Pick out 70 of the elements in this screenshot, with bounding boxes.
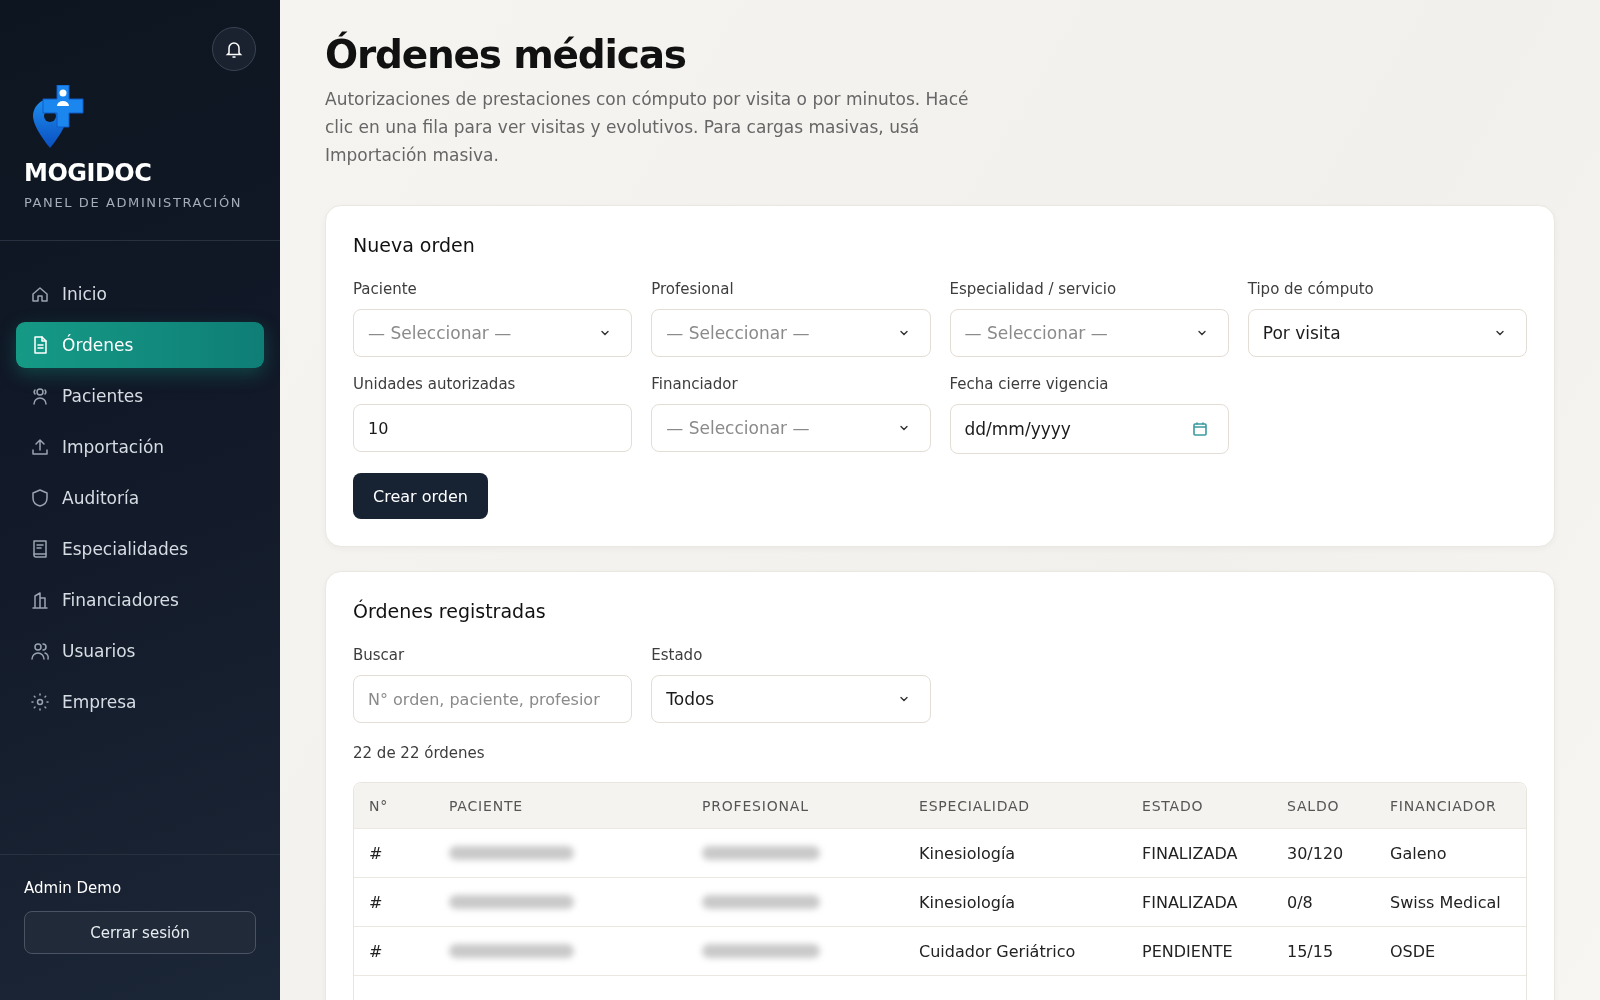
column-header: PACIENTE <box>448 797 524 814</box>
field-label: Buscar <box>353 646 406 664</box>
field-label: Unidades autorizadas <box>353 375 517 393</box>
table-cell-text: PENDIENTE <box>1141 941 1234 961</box>
user-name: Admin Demo <box>24 879 123 897</box>
nav-item[interactable]: Especialidades <box>16 526 264 572</box>
field-label: Especialidad / servicio <box>949 280 1118 298</box>
table-cell-text: # <box>368 941 384 961</box>
table-cell-text: Swiss Medical <box>1389 892 1502 912</box>
page-title: Órdenes médicas <box>325 32 687 77</box>
input-field[interactable]: 10 <box>353 404 633 452</box>
field-label: Financiador <box>651 375 739 393</box>
field-label: Fecha cierre vigencia <box>949 375 1110 393</box>
field-label: Tipo de cómputo <box>1247 280 1375 298</box>
upload-icon <box>30 437 50 457</box>
brand-name: MOGIDOC <box>24 159 153 187</box>
users-icon <box>30 641 50 661</box>
calendar-icon <box>1191 421 1208 437</box>
table-cell-text: Cuidador Geriátrico <box>918 941 1077 961</box>
logo-icon <box>30 85 84 149</box>
table-row[interactable]: # Cuidador Geriátrico PENDIENTE 15/15 OSDE <box>354 927 1526 976</box>
table-cell-text: 30/120 <box>1286 843 1345 863</box>
logout-button[interactable]: Cerrar sesión <box>24 911 256 954</box>
table-cell-text: FINALIZADA <box>1141 892 1239 912</box>
table-cell-text: 15/15 <box>1286 941 1335 961</box>
field-label: Profesional <box>651 280 735 298</box>
column-header: N° <box>368 797 390 814</box>
nav-item[interactable]: Importación <box>16 424 264 470</box>
field-label: Paciente <box>353 280 418 298</box>
field-label: Estado <box>651 646 704 664</box>
column-header: FINANCIADOR <box>1389 797 1498 814</box>
input-field[interactable]: N° orden, paciente, profesior <box>353 675 633 723</box>
table-row[interactable]: # Kinesiología FINALIZADA 0/8 Swiss Medical <box>354 878 1526 927</box>
home-icon <box>30 284 50 304</box>
nav-item[interactable]: Usuarios <box>16 628 264 674</box>
bell-icon <box>224 39 244 59</box>
table-cell-text: # <box>368 892 384 912</box>
people-icon <box>30 386 50 406</box>
date-field[interactable]: dd/mm/yyyy <box>949 404 1229 454</box>
page-description: Autorizaciones de prestaciones con cómputo por visita o por minutos. Hacé clic en una fila para ver visitas y evolutivos. Para cargas masivas, usá Importación masiva. <box>325 88 970 167</box>
shield-icon <box>30 488 50 508</box>
nav-item[interactable]: Auditoría <box>16 475 264 521</box>
nav-item[interactable]: Empresa <box>16 679 264 725</box>
card-title: Órdenes registradas <box>353 600 547 622</box>
results-count: 22 de 22 órdenes <box>353 744 486 762</box>
nav-item[interactable]: Órdenes <box>16 322 264 368</box>
column-header: ESPECIALIDAD <box>918 797 1031 814</box>
brand-subtitle: PANEL DE ADMINISTRACIÓN <box>24 195 244 210</box>
table-cell-text: Kinesiología <box>918 843 1017 863</box>
table-cell-text: Kinesiología <box>918 892 1017 912</box>
table-row[interactable]: # Kinesiología FINALIZADA 30/120 Galeno <box>354 829 1526 878</box>
table-cell-text: Galeno <box>1389 843 1448 863</box>
select-field[interactable]: Todos <box>651 675 931 723</box>
table-cell-text: OSDE <box>1389 941 1437 961</box>
table-cell-text: 0/8 <box>1286 892 1314 912</box>
card-title: Nueva orden <box>353 234 476 256</box>
nav-item[interactable]: Inicio <box>16 271 264 317</box>
book-icon <box>30 539 50 559</box>
sun-icon <box>30 692 50 712</box>
column-header: ESTADO <box>1141 797 1205 814</box>
nav-item[interactable]: Pacientes <box>16 373 264 419</box>
column-header: PROFESIONAL <box>701 797 810 814</box>
building-icon <box>30 590 50 610</box>
table-cell-text: # <box>368 843 384 863</box>
table-cell-text: FINALIZADA <box>1141 843 1239 863</box>
column-header: SALDO <box>1286 797 1341 814</box>
select-field[interactable]: Por visita <box>1247 309 1527 357</box>
notifications-button[interactable] <box>212 27 256 71</box>
create-order-button[interactable]: Crear orden <box>353 473 488 519</box>
nav-item[interactable]: Financiadores <box>16 577 264 623</box>
